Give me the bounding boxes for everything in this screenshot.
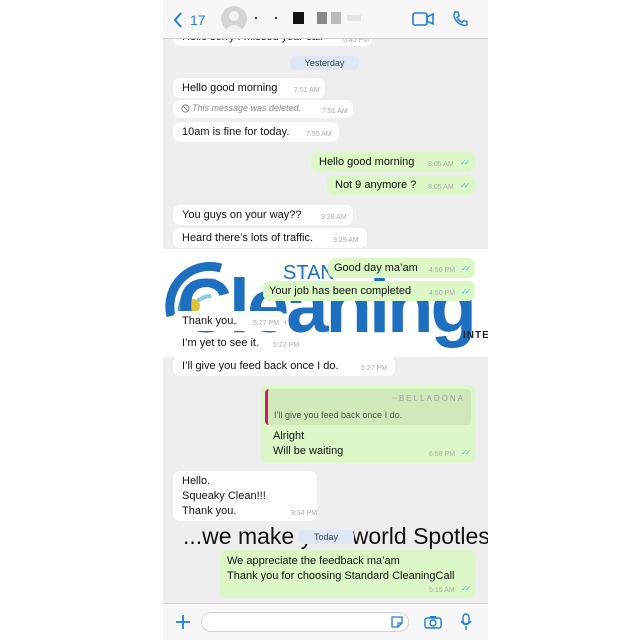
message-bubble-incoming[interactable]: Hello good morning 7:51 AM	[173, 78, 325, 98]
microphone-icon[interactable]	[460, 613, 472, 631]
quoted-author: ~BELLADONA	[392, 394, 465, 403]
message-time: 5:15 AM	[429, 587, 455, 594]
quoted-message[interactable]: ~BELLADONA I’ll give you feed back once …	[265, 389, 471, 425]
message-text: Not 9 anymore ?	[335, 179, 417, 191]
reply-message-bubble[interactable]: ~BELLADONA I’ll give you feed back once …	[261, 385, 475, 463]
message-text: I’m yet to see it.	[182, 337, 260, 349]
message-bubble-incoming[interactable]: Heard there’s lots of traffic. 9:29 AM	[173, 228, 367, 248]
message-bubble-outgoing[interactable]: Not 9 anymore ? 8:05 AM ✓✓	[327, 175, 475, 195]
message-text: Alright	[273, 430, 305, 442]
blocked-icon	[181, 104, 190, 113]
double-check-icon: ✓✓	[460, 181, 471, 190]
message-text: You guys on your way??	[182, 209, 302, 221]
message-bubble-incoming[interactable]: I’ll give you feed back once I do. 5:27 …	[173, 356, 395, 376]
double-check-icon: ✓✓	[461, 264, 472, 273]
message-time: 4:50 PM	[429, 267, 456, 274]
message-bubble-incoming[interactable]: Thank you. 5:27 PM	[173, 311, 285, 331]
message-bubble-incoming[interactable]: I’m yet to see it. 5:27 PM	[173, 333, 309, 353]
message-time: 5:27 PM	[361, 365, 388, 372]
contact-name[interactable]	[255, 11, 365, 25]
double-check-icon: ✓✓	[461, 448, 472, 457]
message-bubble-incoming[interactable]: You guys on your way?? 9:28 AM	[173, 205, 353, 225]
message-time: 7:55 AM	[306, 131, 332, 138]
deleted-message-bubble[interactable]: This message was deleted. 7:51 AM	[173, 100, 353, 118]
chevron-left-icon	[173, 12, 182, 28]
message-time: 6:58 PM	[429, 451, 456, 458]
double-check-icon: ✓✓	[461, 287, 472, 296]
logo-inte-text: INTE	[463, 330, 488, 341]
message-text: Thank you.	[182, 315, 237, 327]
input-bar	[163, 603, 488, 640]
message-time: 7:51 AM	[294, 87, 320, 94]
message-text: Your job has been completed	[269, 285, 412, 297]
message-time: 5:27 PM	[273, 342, 300, 349]
message-time: 4:50 PM	[429, 290, 456, 297]
message-text: Heard there’s lots of traffic.	[182, 232, 314, 244]
message-bubble-incoming[interactable]: Hello. Squeaky Clean!!! Thank you. 9:34 …	[173, 471, 317, 521]
message-time: 9:28 AM	[321, 214, 347, 221]
whatsapp-screen: 17 Hello sorry I missed your call 5:45 P…	[163, 0, 488, 640]
double-check-icon: ✓✓	[460, 158, 471, 167]
message-text: Hello good morning	[319, 156, 415, 168]
message-text: 10am is fine for today.	[182, 126, 290, 138]
message-time: 5:27 PM	[253, 320, 280, 327]
unread-count: 17	[190, 12, 206, 28]
message-text: Hello.	[182, 475, 211, 487]
message-bubble-outgoing[interactable]: We appreciate the feedback ma’am Thank y…	[220, 550, 475, 598]
video-call-icon[interactable]	[412, 12, 434, 26]
message-time: 9:29 AM	[333, 237, 359, 244]
message-text: Squeaky Clean!!!	[182, 490, 266, 502]
message-text: Thank you.	[182, 505, 237, 517]
date-divider-today: Today	[298, 530, 354, 544]
avatar-icon	[224, 11, 244, 32]
message-time: 8:05 AM	[428, 184, 454, 191]
plus-icon[interactable]	[175, 614, 191, 630]
chat-header: 17	[163, 0, 488, 39]
message-input[interactable]	[201, 612, 409, 632]
sticker-icon[interactable]	[390, 615, 404, 629]
message-bubble-outgoing[interactable]: Hello good morning 8:05 AM ✓✓	[311, 152, 475, 172]
message-text: We appreciate the feedback ma’am	[227, 555, 400, 567]
message-bubble-incoming[interactable]: 10am is fine for today. 7:55 AM	[173, 122, 339, 142]
message-time: 8:05 AM	[428, 161, 454, 168]
phone-icon[interactable]	[452, 11, 468, 27]
message-text: Will be waiting	[273, 445, 344, 457]
message-time: 7:51 AM	[322, 108, 348, 115]
message-text: Thank you for choosing Standard Cleaning…	[227, 570, 455, 582]
message-text: I’ll give you feed back once I do.	[182, 360, 339, 372]
double-check-icon: ✓✓	[461, 584, 472, 593]
quoted-text: I’ll give you feed back once I do.	[274, 410, 403, 420]
message-time: 9:34 PM	[291, 510, 318, 517]
avatar[interactable]	[221, 6, 247, 32]
message-bubble-outgoing[interactable]: Your job has been completed 4:50 PM ✓✓	[263, 281, 475, 301]
message-bubble-outgoing[interactable]: Good day ma’am 4:50 PM ✓✓	[328, 258, 475, 278]
camera-icon[interactable]	[424, 615, 442, 629]
message-text: This message was deleted.	[192, 103, 302, 113]
message-text: Hello good morning	[182, 82, 278, 94]
message-text: Good day ma’am	[334, 262, 418, 274]
date-divider-yesterday: Yesterday	[290, 56, 359, 70]
